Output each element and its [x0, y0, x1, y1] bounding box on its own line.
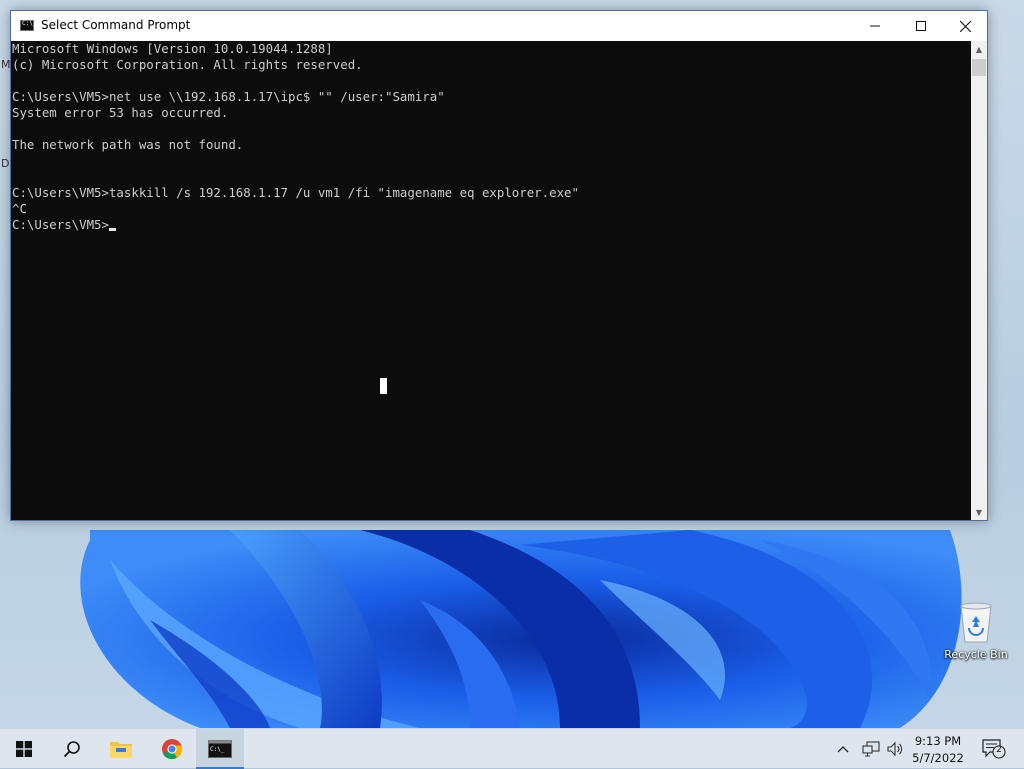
chrome-button[interactable] [148, 729, 196, 769]
console-output[interactable]: Microsoft Windows [Version 10.0.19044.12… [11, 41, 972, 520]
console-line: (c) Microsoft Corporation. All rights re… [12, 57, 363, 72]
clock-date: 5/7/2022 [912, 751, 964, 765]
window-title: Select Command Prompt [41, 18, 191, 32]
title-bar[interactable]: C:\ Select Command Prompt [11, 11, 987, 41]
network-button[interactable] [862, 741, 880, 761]
scroll-up-icon[interactable]: ▲ [971, 41, 987, 57]
network-icon [862, 741, 880, 757]
vertical-scrollbar[interactable]: ▲ ▼ [971, 41, 987, 520]
minimize-icon [870, 25, 880, 27]
text-cursor [108, 228, 116, 231]
desktop-edge-glyph-2: D [1, 157, 10, 170]
command-prompt-icon: C:\_ [208, 740, 232, 758]
notification-center-button[interactable]: 2 [982, 739, 1006, 763]
console-prompt-line[interactable]: C:\Users\VM5> [12, 217, 972, 233]
command-prompt-icon: C:\ [20, 20, 34, 31]
console-line: The network path was not found. [12, 137, 244, 152]
scroll-down-icon[interactable]: ▼ [971, 504, 987, 520]
svg-text:C:\_: C:\_ [210, 746, 225, 753]
console-line: Microsoft Windows [Version 10.0.19044.12… [12, 41, 333, 56]
recycle-bin-label: Recycle Bin [944, 648, 1008, 661]
command-prompt-window[interactable]: C:\ Select Command Prompt Microsoft Wind… [10, 10, 988, 521]
file-explorer-icon [110, 742, 132, 758]
console-line: ^C [12, 201, 27, 216]
notification-icon [982, 739, 1006, 759]
console-line: C:\Users\VM5>taskkill /s 192.168.1.17 /u… [12, 185, 579, 200]
maximize-button[interactable] [898, 11, 944, 41]
chrome-icon [162, 739, 183, 760]
taskbar: C:\_ 9:13 PM 5/7/2022 2 [0, 728, 1024, 769]
recycle-bin-shortcut[interactable]: Recycle Bin [938, 600, 1014, 661]
clock-time: 9:13 PM [914, 734, 962, 748]
volume-icon [887, 741, 903, 757]
scroll-thumb[interactable] [972, 59, 986, 76]
clock[interactable]: 9:13 PM 5/7/2022 [905, 733, 971, 767]
start-button[interactable] [0, 729, 48, 769]
command-prompt-taskbar-button[interactable]: C:\_ [196, 729, 244, 769]
close-icon [959, 20, 971, 32]
console-line: System error 53 has occurred. [12, 105, 229, 120]
notification-count: 2 [996, 745, 1002, 755]
chevron-up-icon [837, 746, 849, 753]
mouse-text-cursor [380, 378, 387, 394]
close-button[interactable] [942, 11, 988, 41]
recycle-bin-icon [956, 600, 996, 644]
console-line: C:\Users\VM5>net use \\192.168.1.17\ipc$… [12, 89, 445, 104]
console-prompt: C:\Users\VM5> [12, 217, 109, 232]
file-explorer-button[interactable] [97, 729, 145, 769]
start-icon [16, 741, 32, 757]
maximize-icon [916, 21, 926, 31]
volume-button[interactable] [886, 741, 904, 761]
show-hidden-icons-button[interactable] [836, 741, 850, 760]
search-button[interactable] [48, 729, 96, 769]
minimize-button[interactable] [852, 11, 898, 41]
search-icon [63, 741, 80, 758]
